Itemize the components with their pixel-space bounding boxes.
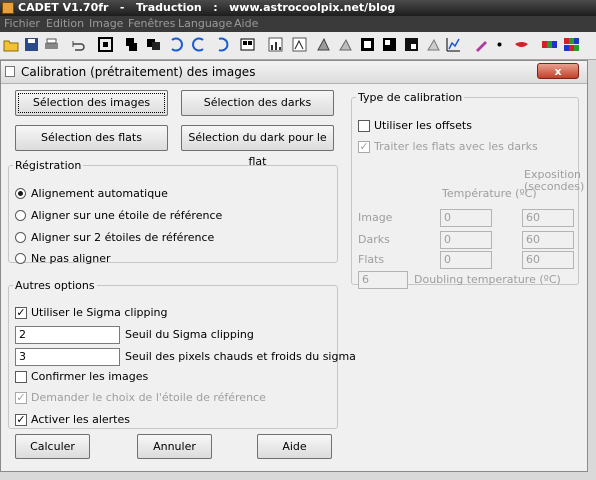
check-mark-icon[interactable]: ✓: [15, 392, 27, 404]
tool-d-icon[interactable]: [424, 35, 443, 54]
select-flats-button[interactable]: Sélection des flats: [15, 125, 168, 151]
check-mark-icon[interactable]: ✓: [15, 307, 27, 319]
pen-icon[interactable]: [472, 35, 491, 54]
select-images-button[interactable]: Sélection des images: [15, 90, 168, 116]
help-button[interactable]: Aide: [257, 434, 332, 459]
hot-cold-threshold-label: Seuil des pixels chauds et froids du sig…: [125, 350, 356, 363]
doubling-temperature-label: Doubling temperature (ºC): [414, 273, 561, 286]
app-titlebar: CADET V1.70fr - Traduction : www.astroco…: [0, 0, 596, 16]
print-icon[interactable]: [42, 35, 61, 54]
menu-aide[interactable]: Aide: [234, 16, 258, 32]
menu-fichier[interactable]: Fichier: [4, 16, 40, 32]
stack-dark-icon[interactable]: [144, 35, 163, 54]
stack-icon[interactable]: [122, 35, 141, 54]
row-label-image: Image: [358, 211, 393, 224]
dot-icon[interactable]: [490, 35, 509, 54]
calibration-type-group: Type de calibration Utiliser les offsets…: [351, 91, 584, 289]
radio-button[interactable]: [15, 232, 26, 243]
other-options-group: Autres options ✓ Utiliser le Sigma clippi…: [8, 279, 356, 429]
square-b-icon[interactable]: [380, 35, 399, 54]
flats-exposure-input[interactable]: 60: [522, 251, 574, 269]
hot-cold-threshold-input[interactable]: 3: [15, 348, 120, 366]
app-icon: [2, 2, 14, 14]
chart-icon[interactable]: [444, 35, 463, 54]
menu-edition[interactable]: Edition: [46, 16, 84, 32]
image-temp-input[interactable]: 0: [440, 209, 492, 227]
app-title: CADET V1.70fr - Traduction : www.astroco…: [18, 1, 396, 14]
darks-temp-input[interactable]: 0: [440, 231, 492, 249]
rotate-right-icon[interactable]: [190, 35, 209, 54]
histogram-icon[interactable]: [266, 35, 285, 54]
check-mark-icon[interactable]: ✓: [15, 414, 27, 426]
checkbox-box[interactable]: [15, 371, 27, 383]
check-mark-icon[interactable]: ✓: [358, 141, 370, 153]
radio-label: Aligner sur une étoile de référence: [31, 209, 223, 222]
rgb-icon[interactable]: [540, 35, 559, 54]
checkbox-box[interactable]: [358, 120, 370, 132]
rgb-grid-icon[interactable]: [562, 35, 581, 54]
menu-image[interactable]: Image: [89, 16, 123, 32]
radio-label: Ne pas aligner: [31, 252, 111, 265]
menu-language[interactable]: Language: [178, 16, 232, 32]
square-c-icon[interactable]: [402, 35, 421, 54]
grid-icon[interactable]: [238, 35, 257, 54]
dialog-title: Calibration (prétraitement) des images: [21, 65, 256, 79]
toolbar: [0, 32, 596, 60]
rotate-left-icon[interactable]: [166, 35, 185, 54]
tool-c-icon[interactable]: [336, 35, 355, 54]
cancel-button[interactable]: Annuler: [137, 434, 212, 459]
checkbox-label: Demander le choix de l'étoile de référen…: [31, 391, 266, 404]
menu-bar: Fichier Edition Image Fenêtres Language …: [0, 16, 596, 32]
radio-button[interactable]: [15, 210, 26, 221]
radio-label: Aligner sur 2 étoiles de référence: [31, 231, 215, 244]
close-button[interactable]: x: [537, 63, 579, 79]
registration-legend: Régistration: [15, 159, 82, 172]
radio-button[interactable]: [15, 253, 26, 264]
menu-fenetres[interactable]: Fenêtres: [128, 16, 175, 32]
calibration-type-legend: Type de calibration: [358, 91, 463, 104]
tool-b-icon[interactable]: [314, 35, 333, 54]
radio-button[interactable]: [15, 188, 26, 199]
row-label-flats: Flats: [358, 253, 385, 266]
checkbox-label: Activer les alertes: [31, 413, 130, 426]
open-folder-icon[interactable]: [2, 35, 21, 54]
compute-button[interactable]: Calculer: [15, 434, 90, 459]
dialog-titlebar: Calibration (prétraitement) des images x: [1, 61, 587, 84]
rotate-180-icon[interactable]: [212, 35, 231, 54]
lips-icon[interactable]: [512, 35, 531, 54]
sigma-threshold-input[interactable]: 2: [15, 326, 120, 344]
square-icon[interactable]: [358, 35, 377, 54]
save-icon[interactable]: [22, 35, 41, 54]
select-dark-for-flat-button[interactable]: Sélection du dark pour le flat: [181, 125, 334, 168]
image-exposure-input[interactable]: 60: [522, 209, 574, 227]
checkbox-label: Utiliser les offsets: [374, 119, 472, 132]
undo-icon[interactable]: [68, 35, 87, 54]
darks-exposure-input[interactable]: 60: [522, 231, 574, 249]
temperature-header: Température (ºC): [442, 187, 537, 200]
row-label-darks: Darks: [358, 233, 390, 246]
tool-a-icon[interactable]: [290, 35, 309, 54]
registration-group: Régistration Alignement automatique Alig…: [8, 159, 338, 265]
dialog-icon: [5, 66, 15, 77]
sigma-threshold-label: Seuil du Sigma clipping: [125, 328, 254, 341]
frame-icon[interactable]: [96, 35, 115, 54]
flats-temp-input[interactable]: 0: [440, 251, 492, 269]
checkbox-label: Traiter les flats avec les darks: [374, 140, 538, 153]
other-options-legend: Autres options: [15, 279, 95, 292]
checkbox-label: Confirmer les images: [31, 370, 149, 383]
select-darks-button[interactable]: Sélection des darks: [181, 90, 334, 116]
checkbox-label: Utiliser le Sigma clipping: [31, 306, 168, 319]
radio-label: Alignement automatique: [31, 187, 168, 200]
doubling-temperature-input[interactable]: 6: [358, 271, 408, 289]
calibration-dialog: Calibration (prétraitement) des images x…: [0, 60, 588, 472]
